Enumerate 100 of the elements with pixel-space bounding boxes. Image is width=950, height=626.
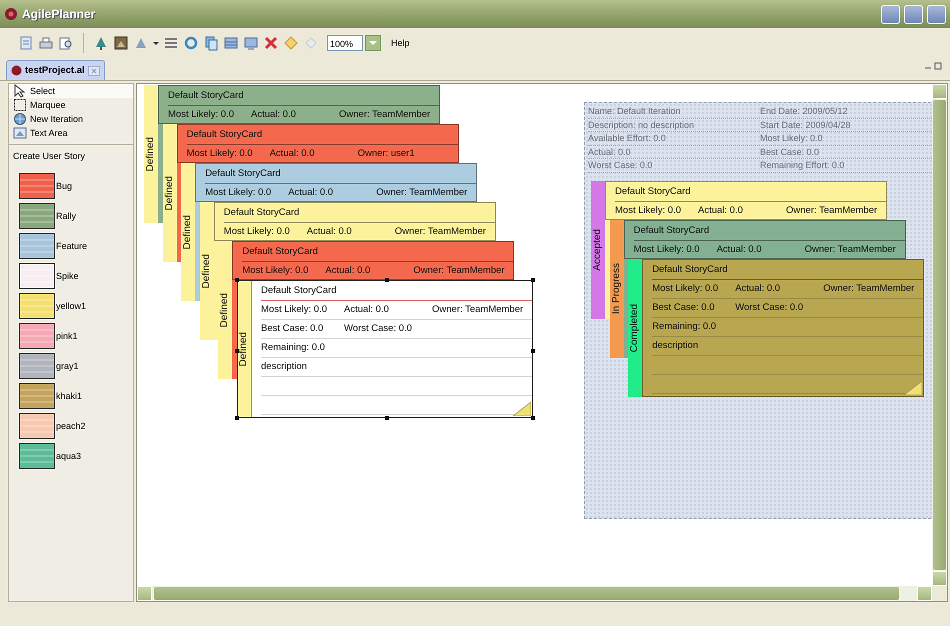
palette-tool[interactable]: Marquee bbox=[9, 98, 133, 112]
story-type-item[interactable]: Rally bbox=[9, 201, 133, 231]
copy-icon[interactable] bbox=[203, 35, 219, 51]
color-swatch-icon bbox=[19, 413, 55, 439]
close-button[interactable] bbox=[927, 4, 946, 24]
tree-icon[interactable] bbox=[93, 35, 109, 51]
document-icon[interactable] bbox=[18, 35, 34, 51]
image-icon[interactable] bbox=[113, 35, 129, 51]
maximize-button[interactable] bbox=[904, 4, 923, 24]
card-field: Most Likely: 0.0 bbox=[615, 202, 698, 219]
scroll-down-button[interactable] bbox=[932, 571, 947, 586]
card-title: Default StoryCard bbox=[615, 182, 886, 202]
iteration-field: Name: Default Iteration bbox=[588, 105, 760, 118]
card-field: Owner: TeamMember bbox=[339, 106, 430, 123]
card-title: Default StoryCard bbox=[168, 86, 439, 106]
maximize-icon[interactable] bbox=[934, 62, 942, 70]
story-type-item[interactable]: Feature bbox=[9, 231, 133, 261]
resize-handle[interactable] bbox=[531, 349, 535, 353]
card-title: Default StoryCard bbox=[652, 260, 924, 280]
story-card[interactable]: Default StoryCard Most Likely: 0.0 Actual: 0.0 Owner: TeamMember bbox=[624, 220, 906, 259]
scrollbar-thumb[interactable] bbox=[154, 587, 899, 600]
window-title: AgilePlanner bbox=[22, 7, 96, 21]
card-field: Most Likely: 0.0 bbox=[261, 301, 344, 319]
resize-handle[interactable] bbox=[531, 416, 535, 420]
palette-tool[interactable]: Text Area bbox=[9, 126, 133, 140]
story-type-item[interactable]: khaki1 bbox=[9, 381, 133, 411]
card-title: Default StoryCard bbox=[261, 281, 532, 301]
story-card[interactable]: Default StoryCard Most Likely: 0.0 Actual: 0.0 Owner: TeamMember Best Case: 0.0 Worst Case: 0.0 Remaining: 0.0 description bbox=[642, 259, 924, 397]
story-type-item[interactable]: yellow1 bbox=[9, 291, 133, 321]
printer-icon[interactable] bbox=[38, 35, 54, 51]
resize-handle[interactable] bbox=[235, 416, 239, 420]
story-card[interactable]: Default StoryCard Most Likely: 0.0 Actual: 0.0 Owner: TeamMember Best Case: 0.0 Worst Case: 0.0 Remaining: 0.0 description bbox=[251, 280, 533, 418]
color-swatch-icon bbox=[19, 323, 55, 349]
iteration-field: End Date: 2009/05/12 bbox=[760, 105, 932, 118]
story-type-item[interactable]: Bug bbox=[9, 171, 133, 201]
card-field: Owner: TeamMember bbox=[413, 262, 505, 279]
color-swatch-icon bbox=[19, 203, 55, 229]
story-type-item[interactable]: aqua3 bbox=[9, 441, 133, 471]
status-label: Accepted bbox=[592, 229, 604, 271]
text-area-icon bbox=[13, 126, 27, 140]
story-type-item[interactable]: peach2 bbox=[9, 411, 133, 441]
refresh-icon[interactable] bbox=[183, 35, 199, 51]
status-label: Defined bbox=[219, 292, 232, 328]
page-curl-icon bbox=[513, 402, 531, 416]
story-card[interactable]: Default StoryCard Most Likely: 0.0 Actual: 0.0 Owner: TeamMember bbox=[195, 163, 478, 202]
resize-handle[interactable] bbox=[531, 278, 535, 282]
story-card[interactable]: Default StoryCard Most Likely: 0.0 Actual: 0.0 Owner: TeamMember bbox=[158, 85, 440, 124]
status-label: Defined bbox=[200, 254, 213, 288]
resize-handle[interactable] bbox=[385, 278, 389, 282]
card-field: Most Likely: 0.0 bbox=[186, 145, 270, 162]
iteration-field: Actual: 0.0 bbox=[588, 146, 760, 158]
card-title: Default StoryCard bbox=[634, 221, 905, 241]
story-type-item[interactable]: gray1 bbox=[9, 351, 133, 381]
card-field: Owner: TeamMember bbox=[394, 223, 486, 240]
card-field: Actual: 0.0 bbox=[251, 106, 339, 123]
color-swatch-icon bbox=[19, 383, 55, 409]
globe-icon bbox=[13, 112, 27, 126]
close-icon[interactable] bbox=[88, 66, 100, 76]
table-icon[interactable] bbox=[223, 35, 239, 51]
iteration-field: Remaining Effort: 0.0 bbox=[760, 159, 932, 172]
story-card[interactable]: Default StoryCard Most Likely: 0.0 Actual: 0.0 Owner: TeamMember bbox=[605, 181, 887, 220]
delete-icon[interactable] bbox=[263, 35, 279, 51]
scroll-left-button[interactable] bbox=[137, 586, 152, 601]
card-field: Most Likely: 0.0 bbox=[205, 184, 288, 201]
card-field: Actual: 0.0 bbox=[735, 280, 824, 298]
resize-handle[interactable] bbox=[235, 278, 239, 282]
story-type-item[interactable]: Spike bbox=[9, 261, 133, 291]
iteration-field: Most Likely: 0.0 bbox=[760, 132, 932, 144]
resize-handle[interactable] bbox=[235, 349, 239, 353]
resize-handle[interactable] bbox=[385, 416, 389, 420]
help-menu[interactable]: Help bbox=[391, 38, 410, 48]
card-field: Remaining: 0.0 bbox=[261, 339, 344, 357]
card-field: Remaining: 0.0 bbox=[652, 318, 736, 336]
palette-tool[interactable]: Select bbox=[9, 84, 133, 98]
color-swatch-icon bbox=[19, 263, 55, 289]
story-card[interactable]: Default StoryCard Most Likely: 0.0 Actual: 0.0 Owner: TeamMember bbox=[232, 241, 514, 280]
scrollbar-thumb[interactable] bbox=[933, 100, 946, 570]
scroll-right-button[interactable] bbox=[917, 586, 932, 601]
card-field: Most Likely: 0.0 bbox=[242, 262, 326, 279]
diamond-icon[interactable] bbox=[283, 35, 299, 51]
color-swatch-icon bbox=[19, 293, 55, 319]
minimize-button[interactable] bbox=[881, 4, 900, 24]
card-field: Actual: 0.0 bbox=[288, 184, 376, 201]
magnifier-icon[interactable] bbox=[58, 35, 74, 51]
dropdown-button[interactable] bbox=[365, 35, 381, 51]
editor-tab[interactable]: testProject.al bbox=[6, 60, 105, 80]
story-type-item[interactable]: pink1 bbox=[9, 321, 133, 351]
card-field: Best Case: 0.0 bbox=[652, 299, 736, 317]
iteration-field: Description: no description bbox=[588, 118, 760, 131]
story-card[interactable]: Default StoryCard Most Likely: 0.0 Actual: 0.0 Owner: TeamMember bbox=[214, 202, 496, 241]
iteration-panel[interactable] bbox=[584, 102, 932, 519]
card-field: Actual: 0.0 bbox=[716, 241, 805, 258]
zoom-field[interactable]: 100% bbox=[327, 35, 363, 51]
story-card[interactable]: Default StoryCard Most Likely: 0.0 Actual: 0.0 Owner: user1 bbox=[176, 124, 459, 163]
app-icon bbox=[4, 7, 18, 21]
scroll-up-button[interactable] bbox=[932, 84, 947, 99]
iteration-field: Available Effort: 0.0 bbox=[588, 132, 760, 144]
card-field: Most Likely: 0.0 bbox=[168, 106, 251, 123]
monitor-icon[interactable] bbox=[243, 35, 259, 51]
palette-tool[interactable]: New Iteration bbox=[9, 112, 133, 126]
